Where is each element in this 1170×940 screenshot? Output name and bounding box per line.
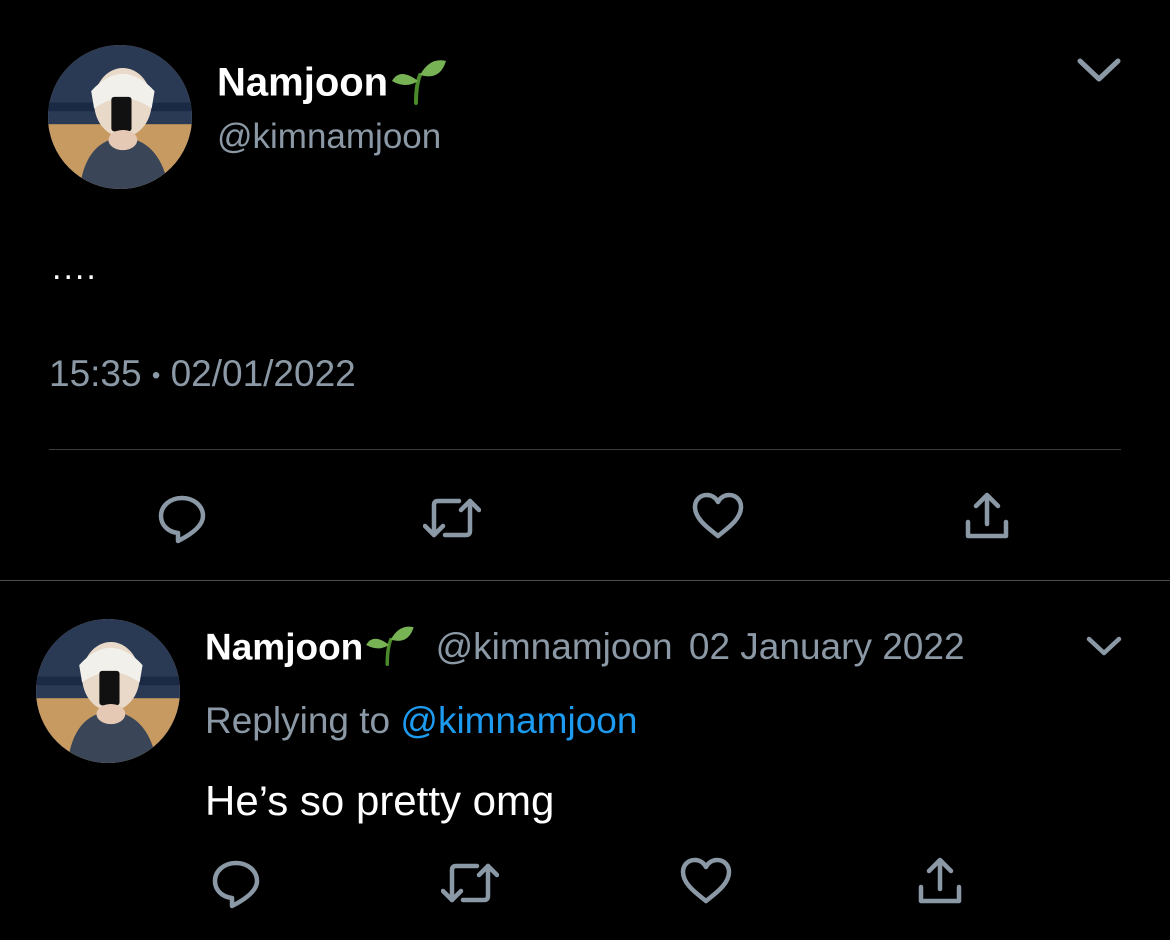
timestamp: 15:35 • 02/01/2022 [49, 352, 356, 398]
avatar[interactable] [36, 619, 180, 763]
divider [49, 449, 1121, 450]
reply-header: Namjoon @kimnamjoon 02 January 2022 [205, 622, 965, 677]
replying-handle-link[interactable]: @kimnamjoon [400, 700, 637, 741]
retweet-icon[interactable] [422, 490, 482, 546]
chevron-down-icon[interactable] [1082, 630, 1126, 662]
tweet-text: He’s so pretty omg [205, 777, 555, 824]
retweet-icon[interactable] [440, 855, 500, 911]
reply-icon[interactable] [208, 855, 264, 911]
tweet-separator [0, 580, 1170, 581]
display-name[interactable]: Namjoon [205, 626, 363, 667]
chevron-down-icon[interactable] [1072, 50, 1126, 90]
tweet-date: 02/01/2022 [170, 353, 356, 394]
reply-icon[interactable] [154, 490, 210, 546]
avatar[interactable] [48, 45, 192, 189]
sprout-icon [363, 622, 415, 677]
tweet-text: .... [52, 249, 98, 287]
replying-to: Replying to @kimnamjoon [205, 699, 637, 743]
display-name-text: Namjoon [217, 60, 389, 105]
replying-prefix: Replying to [205, 700, 391, 741]
like-icon[interactable] [690, 490, 746, 542]
like-icon[interactable] [678, 855, 734, 907]
separator-dot: • [151, 362, 161, 390]
share-icon[interactable] [915, 853, 965, 909]
share-icon[interactable] [962, 488, 1012, 544]
sprout-icon [390, 55, 447, 115]
tweet-time: 15:35 [49, 353, 142, 394]
tweet-date: 02 January 2022 [688, 626, 965, 668]
display-name[interactable]: Namjoon [217, 55, 447, 115]
handle[interactable]: @kimnamjoon [436, 626, 673, 667]
handle[interactable]: @kimnamjoon [217, 116, 441, 158]
